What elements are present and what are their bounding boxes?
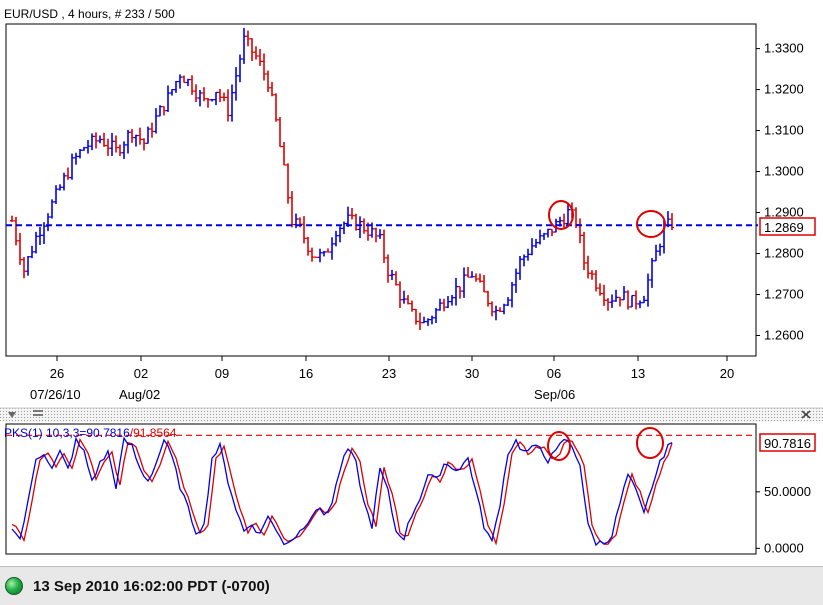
connection-status-icon: [5, 577, 23, 595]
oscillator-title-part-b: /91.8564: [130, 426, 177, 440]
x-tick-label: 06: [547, 366, 561, 381]
price-y-axis: 1.33001.32001.31001.30001.29001.28001.27…: [756, 41, 804, 343]
y-tick-label: 1.3300: [764, 41, 804, 56]
x-sub-label-0726: 07/26/10: [30, 387, 81, 402]
x-tick-label: 16: [299, 366, 313, 381]
x-tick-label: 13: [631, 366, 645, 381]
x-tick-label: 02: [134, 366, 148, 381]
y-tick-label: 1.2800: [764, 246, 804, 261]
pane-splitter[interactable]: [0, 408, 823, 422]
status-bar: 13 Sep 2010 16:02:00 PDT (-0700): [0, 566, 823, 605]
status-datetime: 13 Sep 2010 16:02:00 PDT (-0700): [33, 577, 270, 595]
oscillator-y-axis: 50.0000 0.0000: [756, 484, 811, 555]
x-tick-label: 26: [50, 366, 64, 381]
y-tick-label: 1.2600: [764, 328, 804, 343]
oscillator-last-value-label: 90.7816: [764, 436, 811, 451]
oscillator-y-tick-label: 50.0000: [764, 484, 811, 499]
x-tick-label: 30: [465, 366, 479, 381]
y-tick-label: 1.3200: [764, 82, 804, 97]
price-plot-frame[interactable]: [5, 23, 757, 357]
x-tick-label: 23: [382, 366, 396, 381]
chart-title: EUR/USD , 4 hours, # 233 / 500: [4, 7, 175, 21]
price-x-axis: 26 02 09 16 23 30 06 13 20: [50, 356, 734, 381]
oscillator-title-part-a: PKS(1) 10,3,3=90.7816: [4, 426, 130, 440]
x-sub-label-sep06: Sep/06: [534, 387, 575, 402]
chart-window[interactable]: EUR/USD , 4 hours, # 233 / 500 1.3300 1.3…: [0, 0, 823, 566]
oscillator-title: PKS(1) 10,3,3=90.7816/91.8564: [4, 426, 177, 440]
x-sub-label-aug02: Aug/02: [119, 387, 160, 402]
oscillator-y-tick-label: 0.0000: [764, 540, 804, 555]
y-tick-label: 1.2700: [764, 287, 804, 302]
y-tick-label: 1.3100: [764, 123, 804, 138]
chart-svg: EUR/USD , 4 hours, # 233 / 500 1.3300 1.3…: [0, 7, 823, 555]
y-tick-label: 1.3000: [764, 164, 804, 179]
x-tick-label: 09: [215, 366, 229, 381]
last-price-label: 1.2869: [764, 220, 804, 235]
x-tick-label: 20: [720, 366, 734, 381]
